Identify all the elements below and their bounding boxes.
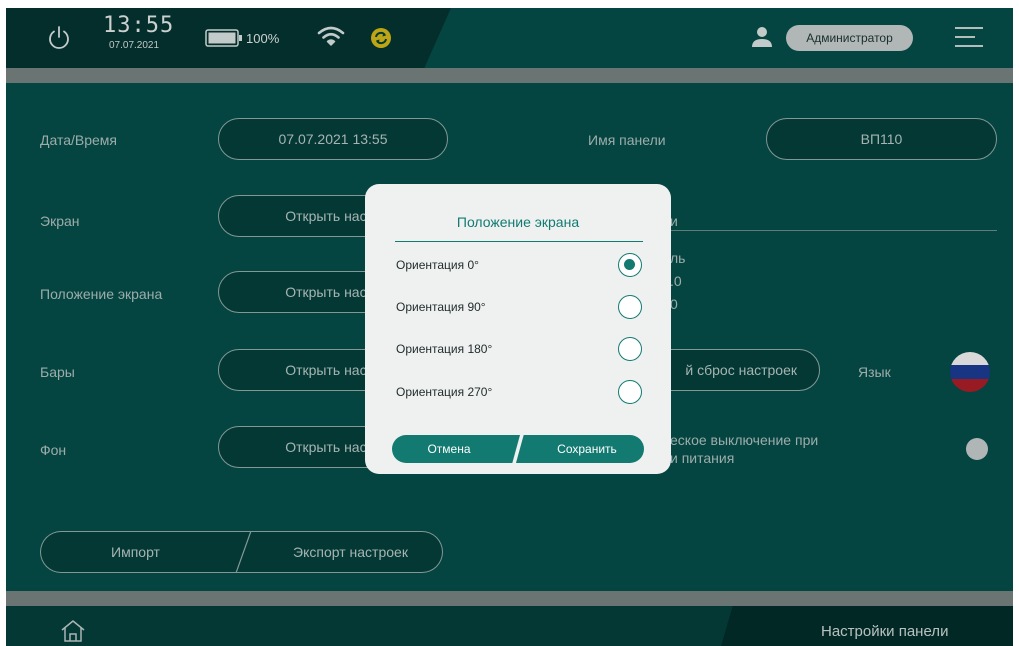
dialog-buttons: Отмена Сохранить bbox=[392, 435, 644, 463]
radio-button-checked[interactable] bbox=[618, 253, 642, 277]
dialog-title: Положение экрана bbox=[456, 214, 580, 230]
orientation-option-180[interactable]: Ориентация 180° bbox=[396, 334, 646, 364]
orientation-option-90[interactable]: Ориентация 90° bbox=[396, 292, 646, 322]
orientation-option-270[interactable]: Ориентация 270° bbox=[396, 377, 646, 407]
screen: 13:55 07.07.2021 100% Администратор Дата… bbox=[6, 8, 1013, 646]
radio-button[interactable] bbox=[618, 295, 642, 319]
orientation-dialog: Положение экрана Ориентация 0° Ориентаци… bbox=[365, 184, 671, 474]
option-label: Ориентация 270° bbox=[396, 385, 493, 399]
cancel-button[interactable]: Отмена bbox=[392, 435, 520, 463]
radio-button[interactable] bbox=[618, 380, 642, 404]
option-label: Ориентация 90° bbox=[396, 300, 486, 314]
option-label: Ориентация 0° bbox=[396, 258, 479, 272]
save-button[interactable]: Сохранить bbox=[516, 435, 644, 463]
option-label: Ориентация 180° bbox=[396, 342, 493, 356]
dialog-divider bbox=[395, 241, 643, 242]
orientation-option-0[interactable]: Ориентация 0° bbox=[396, 250, 646, 280]
radio-button[interactable] bbox=[618, 337, 642, 361]
